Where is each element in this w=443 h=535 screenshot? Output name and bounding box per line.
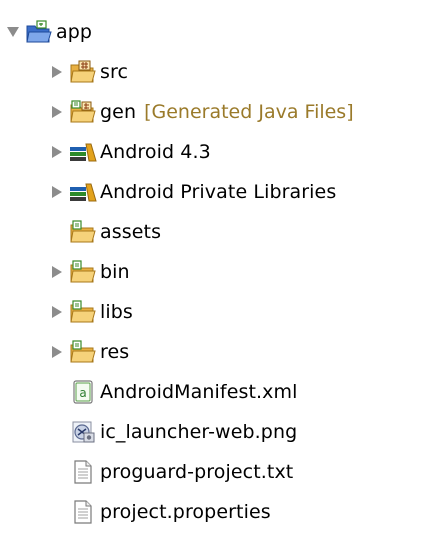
text-file-icon (68, 459, 98, 485)
tree-item-ic-launcher-web[interactable]: ic_launcher-web.png (48, 412, 297, 452)
tree-item-label: app (56, 21, 93, 43)
collapsed-arrow-icon[interactable] (48, 263, 66, 281)
tree-item-label: assets (100, 221, 162, 243)
tree-item-proguard-project[interactable]: proguard-project.txt (48, 452, 293, 492)
tree-item-label: project.properties (100, 501, 271, 523)
tree-item-project-properties[interactable]: project.properties (48, 492, 271, 532)
xml-file-icon: a (68, 379, 98, 405)
text-file-icon (68, 499, 98, 525)
folder-icon (68, 219, 98, 245)
no-arrow-spacer (48, 423, 66, 441)
tree-item-label: res (100, 341, 130, 363)
tree-item-res[interactable]: res (48, 332, 129, 372)
collapsed-arrow-icon[interactable] (48, 143, 66, 161)
folder-icon (68, 299, 98, 325)
tree-item-assets[interactable]: assets (48, 212, 161, 252)
no-arrow-spacer (48, 223, 66, 241)
tree-item-label: proguard-project.txt (100, 461, 294, 483)
tree-item-label: bin (100, 261, 130, 283)
tree-item-gen[interactable]: gen [Generated Java Files] (48, 92, 354, 132)
collapsed-arrow-icon[interactable] (48, 343, 66, 361)
tree-item-label: Android Private Libraries (100, 181, 337, 203)
tree-item-bin[interactable]: bin (48, 252, 130, 292)
tree-item-android-4-3[interactable]: Android 4.3 (48, 132, 211, 172)
tree-item-app[interactable]: app (4, 12, 92, 52)
collapsed-arrow-icon[interactable] (48, 63, 66, 81)
project-explorer-tree: app src gen [Generated Java Files] Andro… (0, 0, 443, 535)
library-container-icon (68, 139, 98, 165)
tree-item-label: AndroidManifest.xml (100, 381, 298, 403)
collapsed-arrow-icon[interactable] (48, 183, 66, 201)
generated-files-decoration: [Generated Java Files] (144, 101, 354, 123)
no-arrow-spacer (48, 503, 66, 521)
no-arrow-spacer (48, 383, 66, 401)
library-container-icon (68, 179, 98, 205)
no-arrow-spacer (48, 463, 66, 481)
tree-item-libs[interactable]: libs (48, 292, 133, 332)
svg-text:a: a (79, 386, 86, 400)
source-package-folder-icon (68, 59, 98, 85)
tree-item-android-private-libraries[interactable]: Android Private Libraries (48, 172, 336, 212)
folder-icon (68, 339, 98, 365)
project-folder-icon (24, 19, 54, 45)
tree-item-label: Android 4.3 (100, 141, 211, 163)
tree-item-label: gen (100, 101, 137, 123)
collapsed-arrow-icon[interactable] (48, 103, 66, 121)
tree-item-android-manifest[interactable]: a AndroidManifest.xml (48, 372, 298, 412)
tree-item-src[interactable]: src (48, 52, 128, 92)
image-file-icon (68, 419, 98, 445)
generated-source-folder-icon (68, 99, 98, 125)
tree-item-label: src (100, 61, 129, 83)
tree-item-label: libs (100, 301, 133, 323)
collapsed-arrow-icon[interactable] (48, 303, 66, 321)
folder-icon (68, 259, 98, 285)
tree-item-label: ic_launcher-web.png (100, 421, 298, 443)
expand-arrow-icon[interactable] (4, 23, 22, 41)
